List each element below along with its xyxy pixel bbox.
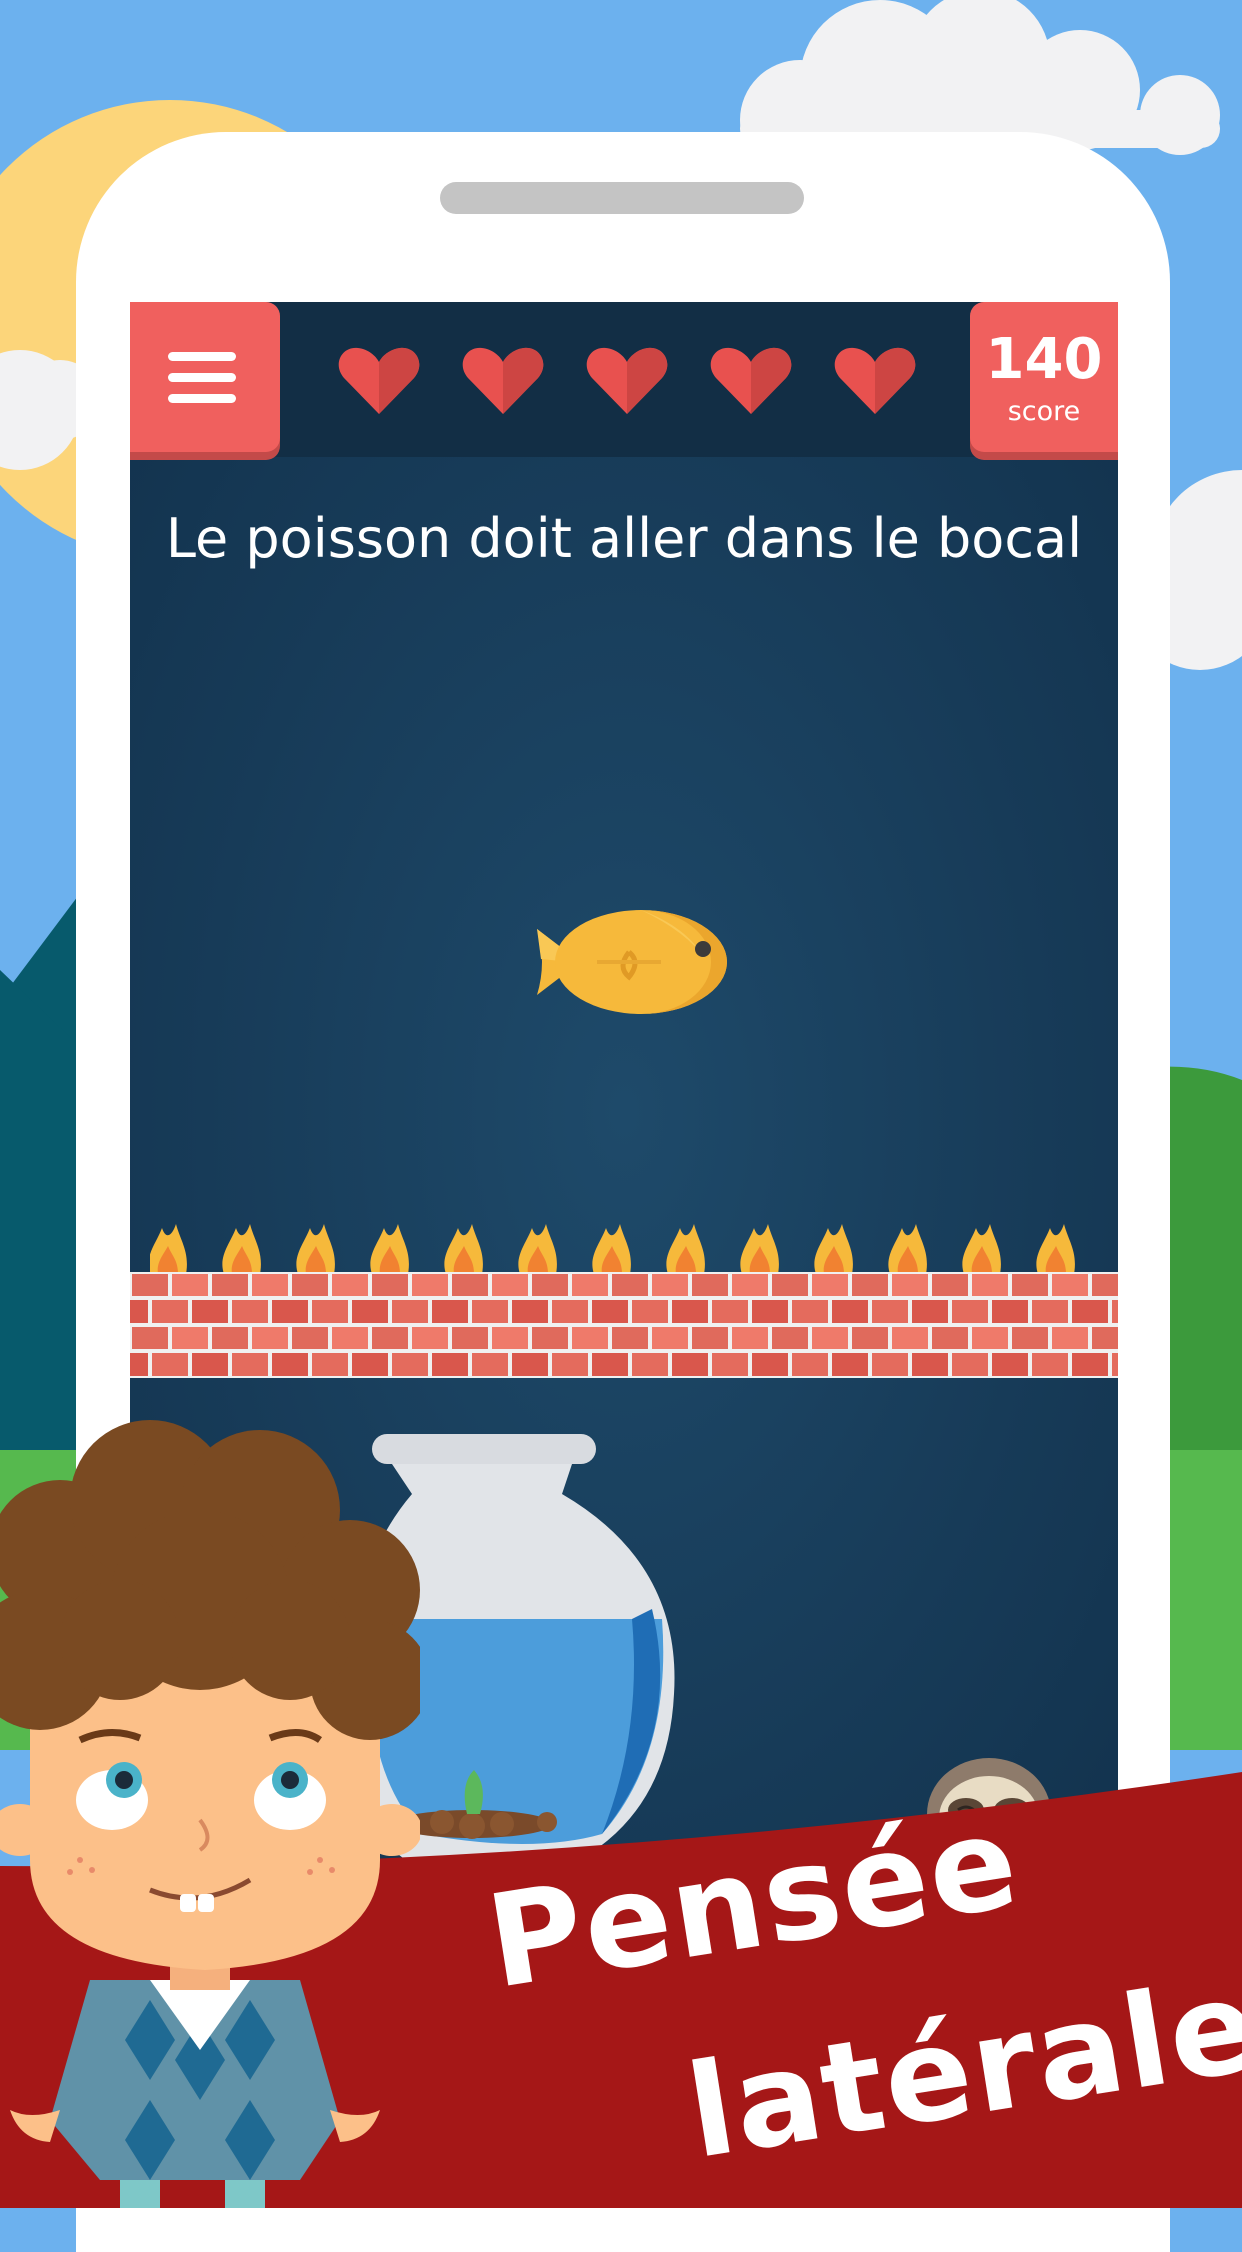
- kid-character: [0, 1420, 420, 2208]
